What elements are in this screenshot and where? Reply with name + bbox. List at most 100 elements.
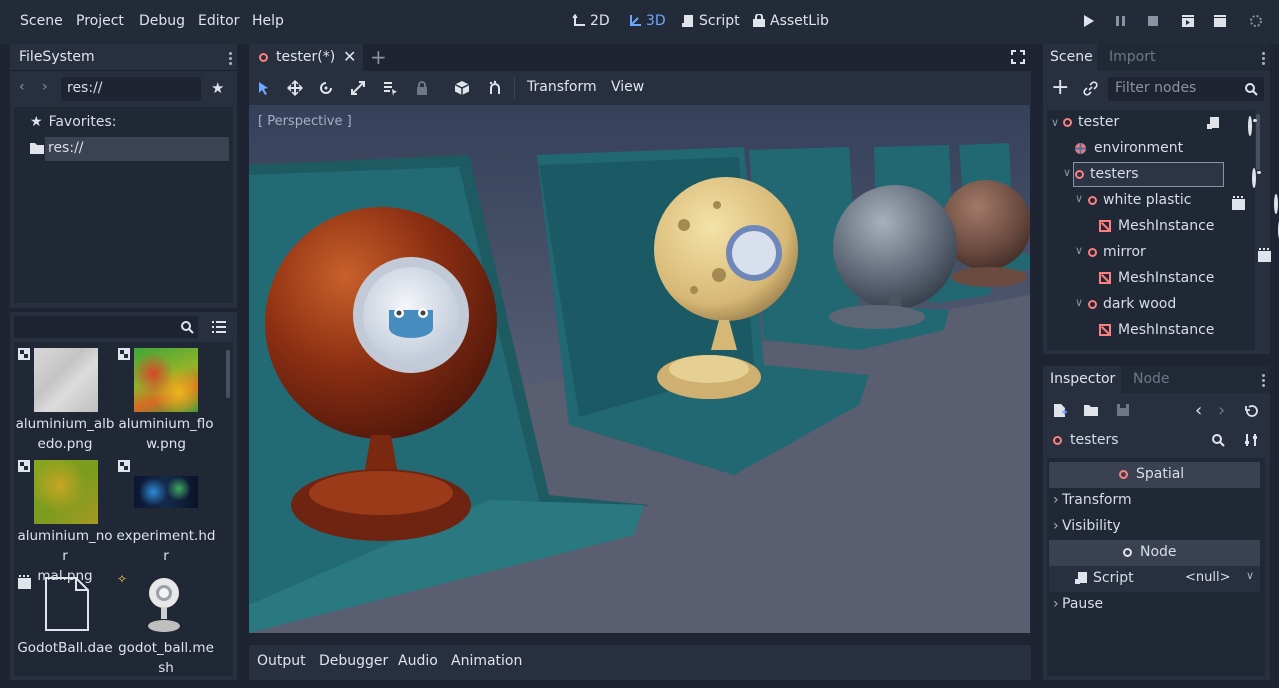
res-root-row[interactable]: res://: [30, 140, 84, 156]
favorites-row[interactable]: ★ Favorites:: [30, 114, 117, 130]
scene-menu-icon[interactable]: [1262, 50, 1266, 67]
filter-nodes-input[interactable]: Filter nodes: [1108, 77, 1264, 101]
tab-audio[interactable]: Audio: [398, 653, 438, 669]
mode-script-button[interactable]: Script: [681, 13, 740, 29]
filesystem-menu-icon[interactable]: [229, 50, 233, 67]
tab-output[interactable]: Output: [257, 653, 306, 669]
link-icon[interactable]: [1083, 81, 1098, 96]
file-thumb-godot-ball-mesh[interactable]: [142, 576, 188, 634]
collapse-arrow-icon[interactable]: ∨: [1075, 296, 1083, 309]
tab-animation[interactable]: Animation: [451, 653, 522, 669]
list-view-icon[interactable]: [212, 321, 226, 333]
inspected-object[interactable]: testers: [1053, 432, 1119, 448]
tree-node-testers[interactable]: testers: [1075, 166, 1139, 182]
lock-icon[interactable]: [414, 80, 430, 96]
file-thumb-aluminium-flow[interactable]: [134, 348, 198, 412]
file-item-aluminium-albedo[interactable]: aluminium_alb edo.png: [15, 414, 115, 454]
file-thumb-aluminium-normal[interactable]: [34, 460, 98, 524]
object-properties-icon[interactable]: [1244, 433, 1258, 447]
file-item-aluminium-flow[interactable]: aluminium_flo w.png: [116, 414, 216, 454]
file-thumb-aluminium-albedo[interactable]: [34, 348, 98, 412]
play-scene-icon[interactable]: [1181, 14, 1195, 28]
tree-node-environment[interactable]: environment: [1074, 140, 1183, 156]
menu-view[interactable]: View: [611, 79, 644, 95]
scale-tool-icon[interactable]: [350, 80, 366, 96]
add-node-icon[interactable]: +: [1051, 76, 1069, 100]
new-tab-icon[interactable]: +: [370, 45, 387, 69]
close-tab-icon[interactable]: ✕: [343, 47, 356, 66]
collapse-arrow-icon[interactable]: ∨: [1051, 116, 1063, 129]
wood-sphere[interactable]: [265, 207, 497, 541]
file-thumb-godotball-dae[interactable]: [44, 576, 90, 632]
search-icon[interactable]: [180, 320, 194, 334]
section-node[interactable]: Node: [1049, 540, 1260, 566]
snap-icon[interactable]: [487, 80, 503, 96]
select-tool-icon[interactable]: [256, 80, 272, 96]
menu-help[interactable]: Help: [252, 13, 284, 29]
back-arrow-icon[interactable]: ‹: [19, 79, 25, 95]
history-back-icon[interactable]: ‹: [1195, 400, 1202, 421]
mode-assetlib-button[interactable]: AssetLib: [752, 13, 829, 29]
viewport-scene[interactable]: [249, 105, 1030, 633]
move-tool-icon[interactable]: [287, 80, 303, 96]
forward-arrow-icon[interactable]: ›: [42, 79, 48, 95]
tree-node-dark-wood[interactable]: dark wood: [1088, 296, 1176, 312]
tab-node[interactable]: Node: [1133, 371, 1170, 387]
file-item-godotball-dae[interactable]: GodotBall.dae: [15, 638, 115, 658]
inspector-menu-icon[interactable]: [1262, 372, 1266, 389]
section-pause[interactable]: › Pause: [1049, 592, 1260, 618]
menu-transform[interactable]: Transform: [527, 79, 597, 95]
mode-3d-button[interactable]: 3D: [628, 13, 666, 29]
collapse-arrow-icon[interactable]: ∨: [1063, 166, 1071, 179]
menu-project[interactable]: Project: [76, 13, 124, 29]
play-custom-scene-icon[interactable]: [1213, 14, 1227, 28]
tree-node-white-plastic[interactable]: white plastic: [1088, 192, 1192, 208]
list-select-icon[interactable]: [382, 80, 398, 96]
script-attached-icon[interactable]: [1206, 116, 1220, 130]
viewport-perspective-label[interactable]: [ Perspective ]: [258, 114, 352, 129]
3d-viewport[interactable]: [ Perspective ]: [249, 105, 1030, 633]
distraction-free-icon[interactable]: [1011, 50, 1025, 64]
save-icon[interactable]: [1116, 403, 1130, 417]
open-folder-icon[interactable]: [1084, 404, 1099, 417]
collapse-arrow-icon[interactable]: ∨: [1075, 192, 1083, 205]
cube-icon[interactable]: [454, 80, 470, 96]
chevron-down-icon[interactable]: ∨: [1246, 569, 1254, 582]
rotate-tool-icon[interactable]: [318, 80, 334, 96]
scene-tree-scrollbar[interactable]: [1256, 114, 1260, 170]
history-forward-icon[interactable]: ›: [1218, 400, 1225, 421]
play-icon[interactable]: [1082, 14, 1096, 28]
instanced-scene-icon[interactable]: [1257, 248, 1271, 262]
tree-node-tester[interactable]: ∨ tester: [1051, 114, 1119, 130]
mode-2d-button[interactable]: 2D: [572, 13, 610, 29]
path-field[interactable]: res://: [61, 77, 201, 101]
section-transform[interactable]: › Transform: [1049, 488, 1260, 514]
section-visibility[interactable]: › Visibility: [1049, 514, 1260, 540]
tree-node-meshinstance[interactable]: MeshInstance: [1099, 218, 1214, 234]
section-spatial[interactable]: Spatial: [1049, 462, 1260, 488]
file-item-experiment-hdr[interactable]: experiment.hd r: [116, 526, 216, 566]
star-icon[interactable]: ★: [211, 79, 224, 97]
tab-debugger[interactable]: Debugger: [319, 653, 388, 669]
tree-node-mirror[interactable]: mirror: [1088, 244, 1146, 260]
menu-editor[interactable]: Editor: [198, 13, 239, 29]
file-grid-scrollbar[interactable]: [226, 350, 230, 398]
scene-tab[interactable]: tester(*) ✕: [249, 44, 363, 71]
tab-inspector[interactable]: Inspector: [1050, 371, 1115, 387]
menu-scene[interactable]: Scene: [20, 13, 63, 29]
file-item-godot-ball-mesh[interactable]: godot_ball.me sh: [116, 638, 216, 678]
new-resource-icon[interactable]: [1053, 403, 1067, 418]
visibility-eye-icon[interactable]: [1273, 194, 1278, 214]
tab-import[interactable]: Import: [1109, 49, 1155, 65]
tab-filesystem[interactable]: FileSystem: [19, 49, 95, 65]
menu-debug[interactable]: Debug: [139, 13, 185, 29]
instanced-scene-icon[interactable]: [1232, 196, 1246, 210]
history-icon[interactable]: [1244, 404, 1258, 418]
script-property-value[interactable]: <null>: [1185, 570, 1231, 585]
tab-scene[interactable]: Scene: [1050, 49, 1093, 65]
search-icon[interactable]: [1211, 433, 1225, 447]
tree-node-meshinstance[interactable]: MeshInstance: [1099, 322, 1214, 338]
tree-node-meshinstance[interactable]: MeshInstance: [1099, 270, 1214, 286]
pause-icon[interactable]: [1114, 14, 1128, 28]
collapse-arrow-icon[interactable]: ∨: [1075, 244, 1083, 257]
